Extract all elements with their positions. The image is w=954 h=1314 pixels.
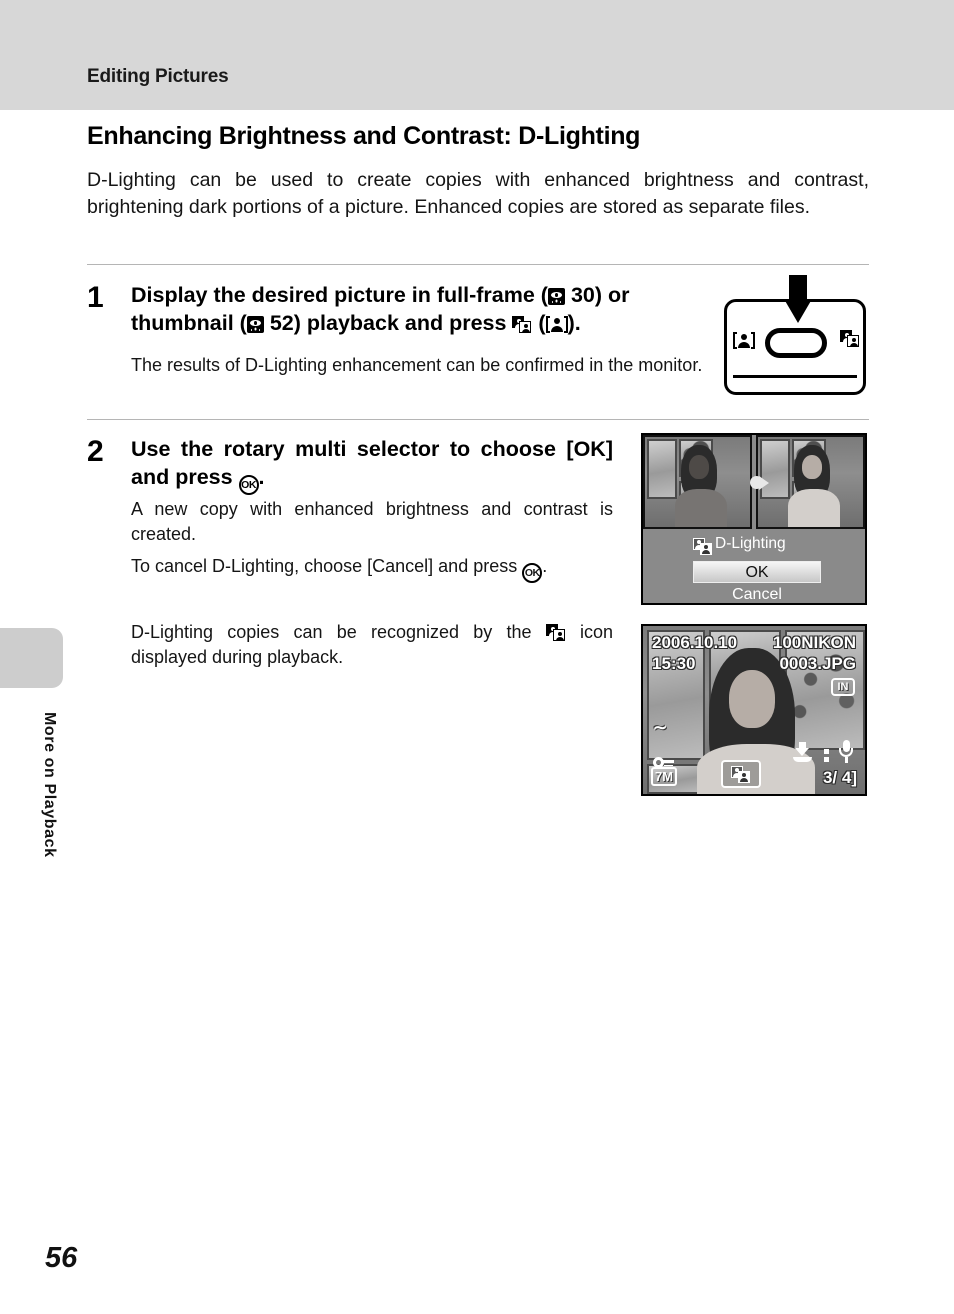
content-column: Enhancing Brightness and Contrast: D-Lig… bbox=[87, 122, 869, 222]
step-1-page-ref-1: 30 bbox=[570, 283, 595, 307]
step-2-body-3: D-Lighting copies can be recognized by t… bbox=[131, 620, 613, 670]
camera-back-figure bbox=[724, 275, 866, 395]
step-2-body-1: A new copy with enhanced brightness and … bbox=[131, 499, 613, 544]
chapter-index-label: More on Playback bbox=[41, 712, 58, 858]
step-1-heading-text-e: ). bbox=[567, 311, 581, 336]
step-1-body: The results of D-Lighting enhancement ca… bbox=[131, 355, 703, 375]
frame-counter: 3/ 4] bbox=[822, 768, 857, 787]
image-size-badge: 7M bbox=[651, 767, 677, 786]
step-1-heading-text-d: ( bbox=[532, 311, 546, 336]
section-intro: D-Lighting can be used to create copies … bbox=[87, 168, 869, 219]
page-reference-icon bbox=[547, 288, 565, 305]
photo-before bbox=[645, 437, 750, 527]
menu-option-ok[interactable]: OK bbox=[693, 561, 821, 583]
divider-above-step-1 bbox=[87, 264, 869, 265]
playback-time: 15:30 bbox=[652, 654, 696, 673]
step-2-body-3-text-a: D-Lighting copies can be recognized by t… bbox=[131, 622, 546, 642]
step-2-body-2: To cancel D-Lighting, choose [Cancel] an… bbox=[131, 554, 613, 583]
menu-option-cancel[interactable]: Cancel bbox=[693, 584, 821, 603]
playback-folder: 100NIKON bbox=[772, 633, 856, 652]
d-lighting-icon bbox=[512, 316, 532, 334]
d-lighting-icon bbox=[545, 624, 566, 642]
preview-after bbox=[756, 435, 865, 529]
preview-before bbox=[643, 435, 752, 529]
divider-above-step-2 bbox=[87, 419, 869, 420]
section-title: Enhancing Brightness and Contrast: D-Lig… bbox=[87, 122, 641, 150]
step-1-heading-text-c: ) playback and press bbox=[293, 311, 513, 336]
camera-bottom-edge bbox=[733, 375, 857, 386]
portrait-mode-icon bbox=[733, 332, 755, 350]
ok-button-icon: OK bbox=[238, 475, 259, 496]
d-lighting-menu: D-Lighting OK Cancel bbox=[643, 529, 865, 603]
transform-arrow-icon bbox=[750, 473, 770, 493]
step-1-number: 1 bbox=[87, 281, 104, 314]
step-2-body-2-text-b: . bbox=[542, 556, 548, 576]
page-reference-icon bbox=[246, 316, 264, 334]
save-icon bbox=[793, 742, 813, 762]
playback-screen: 2006.10.10 15:30 100NIKON 0003.JPG IN ∼ … bbox=[641, 624, 867, 796]
step-1-heading-text-a: Display the desired picture in full-fram… bbox=[131, 283, 548, 307]
ok-button-icon: OK bbox=[522, 563, 543, 583]
playback-date: 2006.10.10 bbox=[652, 633, 738, 652]
step-2-heading-text-a: Use the rotary multi selector to choose … bbox=[131, 437, 613, 490]
battery-icon: ∼ bbox=[653, 718, 668, 737]
d-lighting-menu-title: D-Lighting bbox=[715, 535, 786, 552]
step-2-number: 2 bbox=[87, 435, 104, 468]
step-1-heading: Display the desired picture in full-fram… bbox=[131, 281, 709, 338]
separator-dots-icon bbox=[824, 749, 829, 754]
d-lighting-badge-icon bbox=[721, 760, 761, 788]
d-lighting-confirm-screen: D-Lighting OK Cancel bbox=[641, 433, 867, 605]
photo-after bbox=[758, 437, 863, 527]
portrait-mode-icon bbox=[545, 316, 568, 334]
internal-memory-badge: IN bbox=[831, 678, 855, 696]
step-2-heading-text-b: . bbox=[258, 465, 265, 490]
playback-filename: 0003.JPG bbox=[779, 654, 856, 673]
d-lighting-menu-icon bbox=[693, 538, 712, 555]
d-lighting-button-shape bbox=[765, 328, 827, 358]
step-1-page-ref-2: 52 bbox=[269, 311, 294, 336]
microphone-icon bbox=[839, 740, 853, 764]
running-head-text: Editing Pictures bbox=[87, 66, 229, 87]
chapter-thumb-tab bbox=[0, 628, 63, 688]
d-lighting-icon bbox=[840, 330, 860, 348]
step-2-heading: Use the rotary multi selector to choose … bbox=[131, 435, 613, 496]
step-2-body-2-text-a: To cancel D-Lighting, choose [Cancel] an… bbox=[131, 556, 523, 576]
running-head-band bbox=[0, 0, 954, 110]
page-number: 56 bbox=[45, 1242, 78, 1274]
